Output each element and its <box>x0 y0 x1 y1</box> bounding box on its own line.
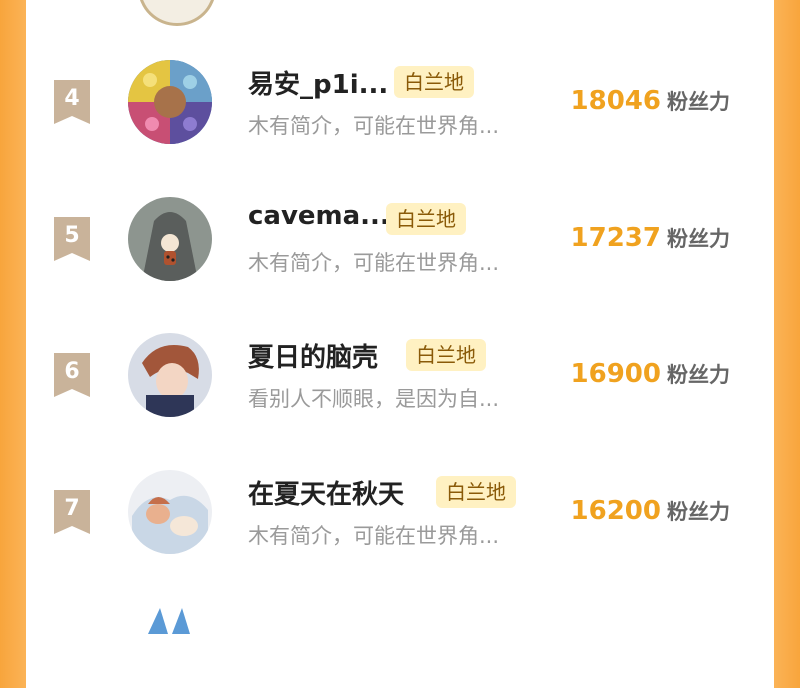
rank-number: 7 <box>64 496 80 521</box>
list-item[interactable]: 5 cavema... 白兰地 木有简介，可能在世界角... 17237 粉丝力 <box>26 197 774 307</box>
level-badge: 白兰地 <box>394 66 474 98</box>
fans-stat: 16200 粉丝力 <box>571 496 730 526</box>
user-name[interactable]: cavema... <box>248 201 390 231</box>
user-bio: 木有简介，可能在世界角... <box>248 251 500 275</box>
fans-label: 粉丝力 <box>667 363 730 387</box>
fans-count: 17237 <box>570 223 661 253</box>
avatar[interactable] <box>128 60 212 144</box>
rank-number: 6 <box>64 359 80 384</box>
rank-flag: 6 <box>54 353 90 397</box>
level-badge: 白兰地 <box>436 476 516 508</box>
fans-stat: 16900 粉丝力 <box>571 359 730 389</box>
list-item-partial[interactable] <box>26 604 774 688</box>
user-bio: 看别人不顺眼，是因为自... <box>248 387 500 411</box>
fans-count: 18046 <box>570 86 661 116</box>
avatar-partial[interactable] <box>138 0 216 26</box>
rank-flag: 4 <box>54 80 90 124</box>
avatar[interactable] <box>128 604 212 688</box>
user-name[interactable]: 在夏天在秋天 <box>248 474 404 511</box>
fans-stat: 17237 粉丝力 <box>571 223 730 253</box>
rank-flag: 7 <box>54 490 90 534</box>
user-bio: 木有简介，可能在世界角... <box>248 524 500 548</box>
avatar[interactable] <box>128 470 212 554</box>
list-item[interactable]: 6 夏日的脑壳 白兰地 看别人不顺眼，是因为自... 16900 粉丝力 <box>26 333 774 443</box>
rank-number: 4 <box>64 86 80 111</box>
fans-count: 16900 <box>570 359 661 389</box>
fans-label: 粉丝力 <box>667 90 730 114</box>
avatar[interactable] <box>128 333 212 417</box>
fans-stat: 18046 粉丝力 <box>571 86 730 116</box>
list-item[interactable]: 7 在夏天在秋天 白兰地 木有简介，可能在世界角... 16200 粉丝力 <box>26 470 774 580</box>
level-badge: 白兰地 <box>386 203 466 235</box>
rank-number: 5 <box>64 223 80 248</box>
fans-count: 16200 <box>570 496 661 526</box>
avatar[interactable] <box>128 197 212 281</box>
rank-flag: 5 <box>54 217 90 261</box>
user-bio: 木有简介，可能在世界角... <box>248 114 500 138</box>
ranking-card: 4 易安_p1i... 白兰地 木有简介，可能在世界角... 18046粉丝力 <box>26 0 774 688</box>
level-badge: 白兰地 <box>406 339 486 371</box>
fans-label: 粉丝力 <box>667 227 730 251</box>
user-name[interactable]: 易安_p1i... <box>248 64 388 101</box>
fans-label: 粉丝力 <box>667 500 730 524</box>
user-name[interactable]: 夏日的脑壳 <box>248 337 378 374</box>
list-item[interactable]: 4 易安_p1i... 白兰地 木有简介，可能在世界角... 18046 粉丝力 <box>26 60 774 170</box>
